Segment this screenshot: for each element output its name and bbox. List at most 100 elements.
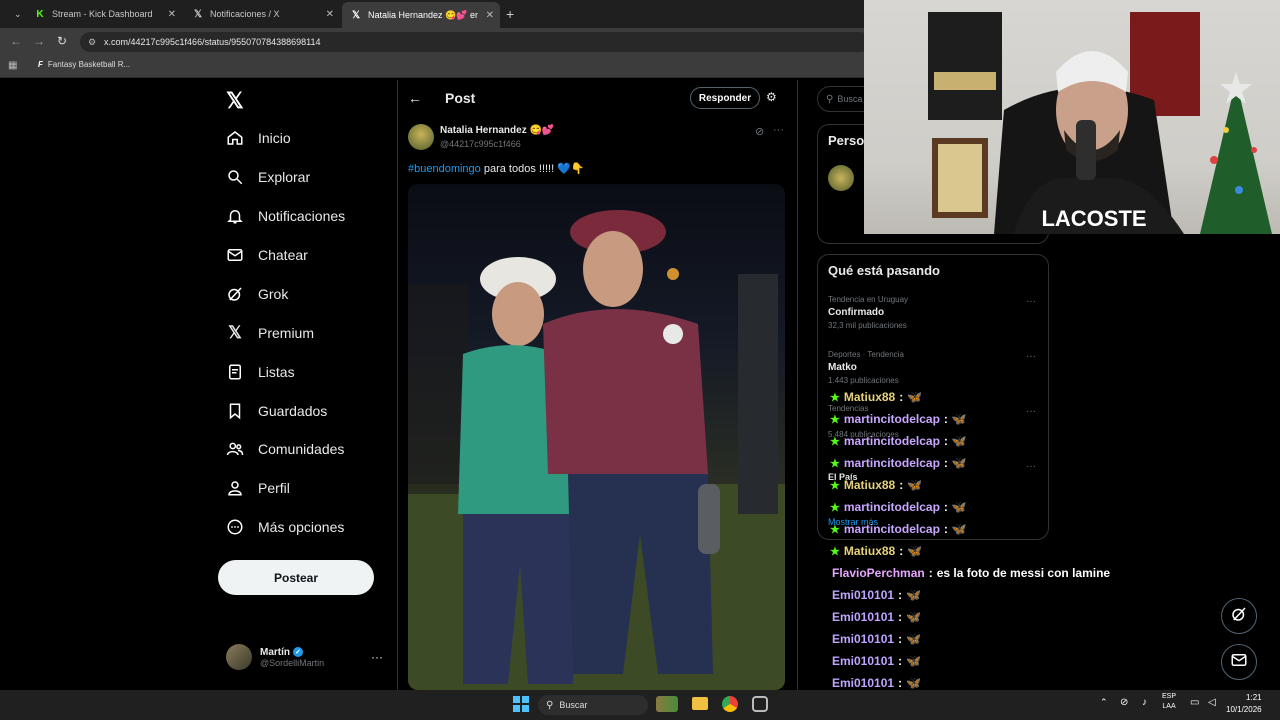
messages-float-button[interactable] — [1221, 644, 1257, 680]
chat-message: ★ martincitodelcap: 🦋 — [830, 500, 967, 514]
forward-icon[interactable]: → — [33, 34, 45, 48]
chat-message: ★ martincitodelcap: 🦋 — [830, 522, 967, 536]
reload-icon[interactable]: ↻ — [57, 34, 67, 48]
nav-label: Inicio — [258, 130, 291, 146]
more-icon[interactable]: ··· — [371, 650, 383, 664]
back-icon[interactable]: ← — [10, 34, 22, 48]
subscriber-badge-icon: ★ — [830, 435, 840, 448]
chat-username[interactable]: Matiux88 — [844, 544, 895, 558]
url-field[interactable]: ⚙ x.com/44217c995c1f466/status/955070784… — [80, 32, 870, 52]
nav-item-listas[interactable]: Listas — [226, 363, 295, 381]
x-icon: 𝕏 — [228, 323, 242, 342]
chat-username[interactable]: Emi010101 — [832, 654, 894, 668]
keyboard-layout: LAA — [1162, 703, 1176, 710]
chat-username[interactable]: Emi010101 — [832, 632, 894, 646]
nav-item-mas-opciones[interactable]: Más opciones — [226, 518, 344, 536]
nav-item-notificaciones[interactable]: Notificaciones — [226, 207, 345, 225]
bookmark-item[interactable]: F Fantasy Basketball R... — [38, 60, 130, 69]
nav-item-premium[interactable]: 𝕏 Premium — [226, 323, 314, 342]
chat-separator: : — [898, 676, 903, 690]
author-name[interactable]: Natalia Hernandez 😋💕 — [440, 125, 554, 136]
file-explorer-icon[interactable] — [692, 697, 708, 710]
chat-username[interactable]: Emi010101 — [832, 676, 894, 690]
nav-item-grok[interactable]: Grok — [226, 285, 288, 303]
trend-meta: Tendencia en Uruguay — [828, 295, 909, 304]
chat-username[interactable]: FlavioPerchman — [832, 566, 925, 580]
nav-item-chatear[interactable]: Chatear — [226, 246, 308, 264]
microphone-icon[interactable]: ♪ — [1142, 697, 1147, 708]
apps-icon[interactable]: ▦ — [8, 60, 17, 71]
fantasy-icon: F — [38, 60, 43, 69]
more-icon[interactable]: ··· — [1026, 406, 1036, 417]
nav-item-inicio[interactable]: Inicio — [226, 129, 291, 147]
chat-username[interactable]: Emi010101 — [832, 610, 894, 624]
chat-separator: : — [943, 456, 948, 470]
subscriber-badge-icon: ★ — [830, 501, 840, 514]
search-icon — [226, 168, 244, 186]
chrome-icon[interactable] — [722, 696, 738, 712]
chevron-up-icon[interactable]: ⌃ — [1100, 697, 1108, 708]
trend-item[interactable]: Tendencia en Uruguay Confirmado 32,3 mil… — [828, 295, 908, 330]
nav-item-perfil[interactable]: Perfil — [226, 479, 290, 497]
close-icon[interactable]: ✕ — [486, 10, 494, 21]
emote-icon: 🦋 — [907, 390, 923, 404]
nav-item-comunidades[interactable]: Comunidades — [226, 440, 344, 458]
tab-notifications[interactable]: 𝕏 Notificaciones / X ✕ — [184, 4, 340, 24]
reply-button[interactable]: Responder — [690, 87, 760, 109]
chat-username[interactable]: martincitodelcap — [844, 522, 940, 536]
new-tab-button[interactable]: + — [506, 6, 514, 22]
chat-username[interactable]: Emi010101 — [832, 588, 894, 602]
nav-label: Listas — [258, 364, 295, 380]
display-icon[interactable]: ▭ — [1190, 697, 1199, 708]
chat-username[interactable]: martincitodelcap — [844, 500, 940, 514]
tab-list-button[interactable]: ⌄ — [6, 4, 24, 24]
grok-icon[interactable]: ⊘ — [755, 125, 764, 138]
hashtag-link[interactable]: #buendomingo — [408, 163, 481, 175]
more-icon[interactable]: ··· — [1026, 461, 1036, 472]
chat-username[interactable]: martincitodelcap — [844, 456, 940, 470]
chat-separator: : — [899, 390, 904, 404]
author-avatar[interactable] — [408, 124, 434, 150]
x-logo[interactable]: 𝕏 — [226, 88, 244, 114]
more-icon[interactable]: ··· — [1026, 296, 1036, 307]
taskbar-search[interactable]: ⚲ Buscar — [538, 695, 648, 715]
people-icon — [226, 440, 244, 458]
chat-separator: : — [943, 522, 948, 536]
clock[interactable]: 1:21 10/1/2026 — [1226, 692, 1262, 716]
tab-kick[interactable]: K Stream - Kick Dashboard ✕ — [26, 4, 182, 24]
post-text: #buendomingo para todos !!!!! 💙👇 — [408, 162, 585, 175]
widgets-icon[interactable] — [656, 696, 678, 712]
emote-icon: 🦋 — [951, 412, 967, 426]
nav-item-guardados[interactable]: Guardados — [226, 402, 327, 420]
chat-username[interactable]: martincitodelcap — [844, 412, 940, 426]
nav-item-explorar[interactable]: Explorar — [226, 168, 310, 186]
account-switcher[interactable]: Martín ✓ @SordelliMartin — [226, 644, 324, 670]
tab-post[interactable]: 𝕏 Natalia Hernandez 😋💕 en X ✕ — [342, 2, 500, 28]
trend-item[interactable]: Deportes · Tendencia Matko 1.443 publica… — [828, 350, 904, 385]
subscriber-badge-icon: ★ — [830, 545, 840, 558]
more-icon[interactable]: ··· — [1026, 351, 1036, 362]
more-icon[interactable]: ··· — [773, 124, 784, 136]
emote-icon: 🦋 — [951, 456, 967, 470]
volume-icon[interactable]: ◁ — [1208, 697, 1216, 708]
settings-sliders-icon[interactable]: ⚙ — [766, 90, 777, 104]
webcam-illustration: LACOSTE — [928, 12, 1272, 234]
search-icon: ⚲ — [546, 699, 554, 711]
post-button[interactable]: Postear — [218, 560, 374, 595]
app-icon[interactable] — [752, 696, 768, 712]
chat-username[interactable]: Matiux88 — [844, 390, 895, 404]
chat-username[interactable]: Matiux88 — [844, 478, 895, 492]
author-handle[interactable]: @44217c995c1f466 — [440, 139, 521, 149]
close-icon[interactable]: ✕ — [326, 9, 334, 20]
network-icon[interactable]: ⊘ — [1120, 697, 1128, 708]
chat-username[interactable]: martincitodelcap — [844, 434, 940, 448]
windows-start-icon[interactable] — [513, 696, 529, 717]
suggestion-avatar[interactable] — [828, 165, 854, 191]
back-arrow-icon[interactable]: ← — [408, 90, 422, 106]
site-info-icon[interactable]: ⚙ — [88, 37, 96, 48]
bookmark-icon — [226, 402, 244, 420]
grok-float-button[interactable] — [1221, 598, 1257, 634]
language-indicator[interactable]: ESP LAA — [1162, 692, 1176, 712]
close-icon[interactable]: ✕ — [168, 9, 176, 20]
post-photo[interactable] — [408, 184, 785, 690]
